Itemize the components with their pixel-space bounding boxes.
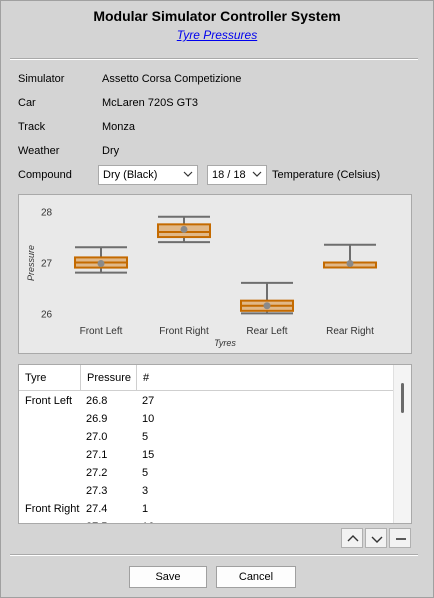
table-row[interactable]: 27.3 3 (19, 483, 393, 501)
mean-marker (180, 225, 188, 233)
track-value: Monza (102, 121, 136, 133)
car-label: Car (18, 97, 36, 109)
count-cell: 5 (142, 467, 149, 479)
move-up-button[interactable] (341, 528, 363, 548)
chevron-down-icon (371, 536, 383, 543)
temperature-label: Temperature (Celsius) (272, 169, 381, 181)
y-tick-label: 27 (41, 259, 53, 270)
count-cell: 27 (142, 395, 155, 407)
count-cell: 15 (142, 449, 155, 461)
chevron-up-icon (347, 535, 359, 542)
pressure-cell: 26.8 (86, 395, 108, 407)
x-tick-label: Rear Left (246, 326, 287, 337)
tyre-set-dropdown[interactable]: 18 / 18 (207, 165, 267, 185)
count-cell: 16 (142, 521, 154, 523)
count-cell: 1 (142, 503, 149, 515)
pressure-cell: 26.9 (86, 413, 108, 425)
pressure-cell: 27.5 (86, 521, 107, 523)
y-tick-label: 26 (41, 309, 53, 320)
separator-bottom (10, 554, 418, 556)
column-header-pressure[interactable]: Pressure (81, 365, 137, 391)
chevron-down-icon (252, 171, 262, 177)
car-value: McLaren 720S GT3 (102, 97, 198, 109)
minus-icon (396, 538, 406, 540)
simulator-label: Simulator (18, 73, 65, 85)
table-row[interactable]: 27.2 5 (19, 465, 393, 483)
weather-value: Dry (102, 145, 120, 157)
count-cell: 3 (142, 485, 149, 497)
table-row[interactable]: Front Right 27.4 1 (19, 501, 393, 519)
scrollbar-thumb[interactable] (401, 383, 404, 413)
count-cell: 10 (142, 413, 155, 425)
pressure-cell: 27.4 (86, 503, 108, 515)
table-scrollbar[interactable] (393, 365, 411, 523)
table-header: Tyre Pressure # (19, 365, 393, 391)
x-tick-label: Front Right (159, 326, 209, 337)
pressure-cell: 27.0 (86, 431, 108, 443)
table-row[interactable]: 27.0 5 (19, 429, 393, 447)
pressure-cell: 27.2 (86, 467, 108, 479)
table-row[interactable]: 27.1 15 (19, 447, 393, 465)
compound-selected: Dry (Black) (103, 169, 158, 181)
tyre-pressures-link[interactable]: Tyre Pressures (0, 28, 434, 42)
save-button[interactable]: Save (129, 566, 207, 588)
mean-marker (263, 302, 271, 310)
count-cell: 5 (142, 431, 149, 443)
x-axis-label: Tyres (214, 338, 236, 348)
mean-marker (97, 260, 105, 268)
compound-label: Compound (18, 169, 72, 181)
x-tick-label: Front Left (80, 326, 123, 337)
tyre-cell: Front Right (25, 503, 80, 515)
y-axis-label: Pressure (26, 245, 36, 281)
mean-marker (346, 260, 354, 268)
column-header-tyre[interactable]: Tyre (19, 365, 81, 391)
table-row[interactable]: Front Left 26.8 27 (19, 393, 393, 411)
remove-button[interactable] (389, 528, 411, 548)
x-tick-label: Rear Right (326, 326, 374, 337)
move-down-button[interactable] (365, 528, 387, 548)
pressure-table[interactable]: Tyre Pressure # Front Left 26.8 27 26.9 10 27… (18, 364, 412, 524)
table-row[interactable]: 27.5 16 (19, 519, 393, 523)
pressure-chart: 26 27 28 Pressure Front Left Front Right Rear … (18, 194, 412, 354)
pressure-cell: 27.3 (86, 485, 108, 497)
tyre-set-selected: 18 / 18 (212, 169, 246, 181)
separator-top (10, 58, 418, 60)
track-label: Track (18, 121, 46, 133)
chevron-down-icon (183, 171, 193, 177)
cancel-button[interactable]: Cancel (216, 566, 296, 588)
compound-dropdown[interactable]: Dry (Black) (98, 165, 198, 185)
weather-label: Weather (18, 145, 60, 157)
y-tick-label: 28 (41, 208, 53, 219)
pressure-cell: 27.1 (86, 449, 108, 461)
column-header-count[interactable]: # (137, 365, 393, 391)
window-title: Modular Simulator Controller System (93, 8, 341, 24)
table-row[interactable]: 26.9 10 (19, 411, 393, 429)
box-plot: 26 27 28 Pressure Front Left Front Right Rear … (26, 208, 377, 348)
tyre-cell: Front Left (25, 395, 73, 407)
simulator-value: Assetto Corsa Competizione (102, 73, 242, 85)
